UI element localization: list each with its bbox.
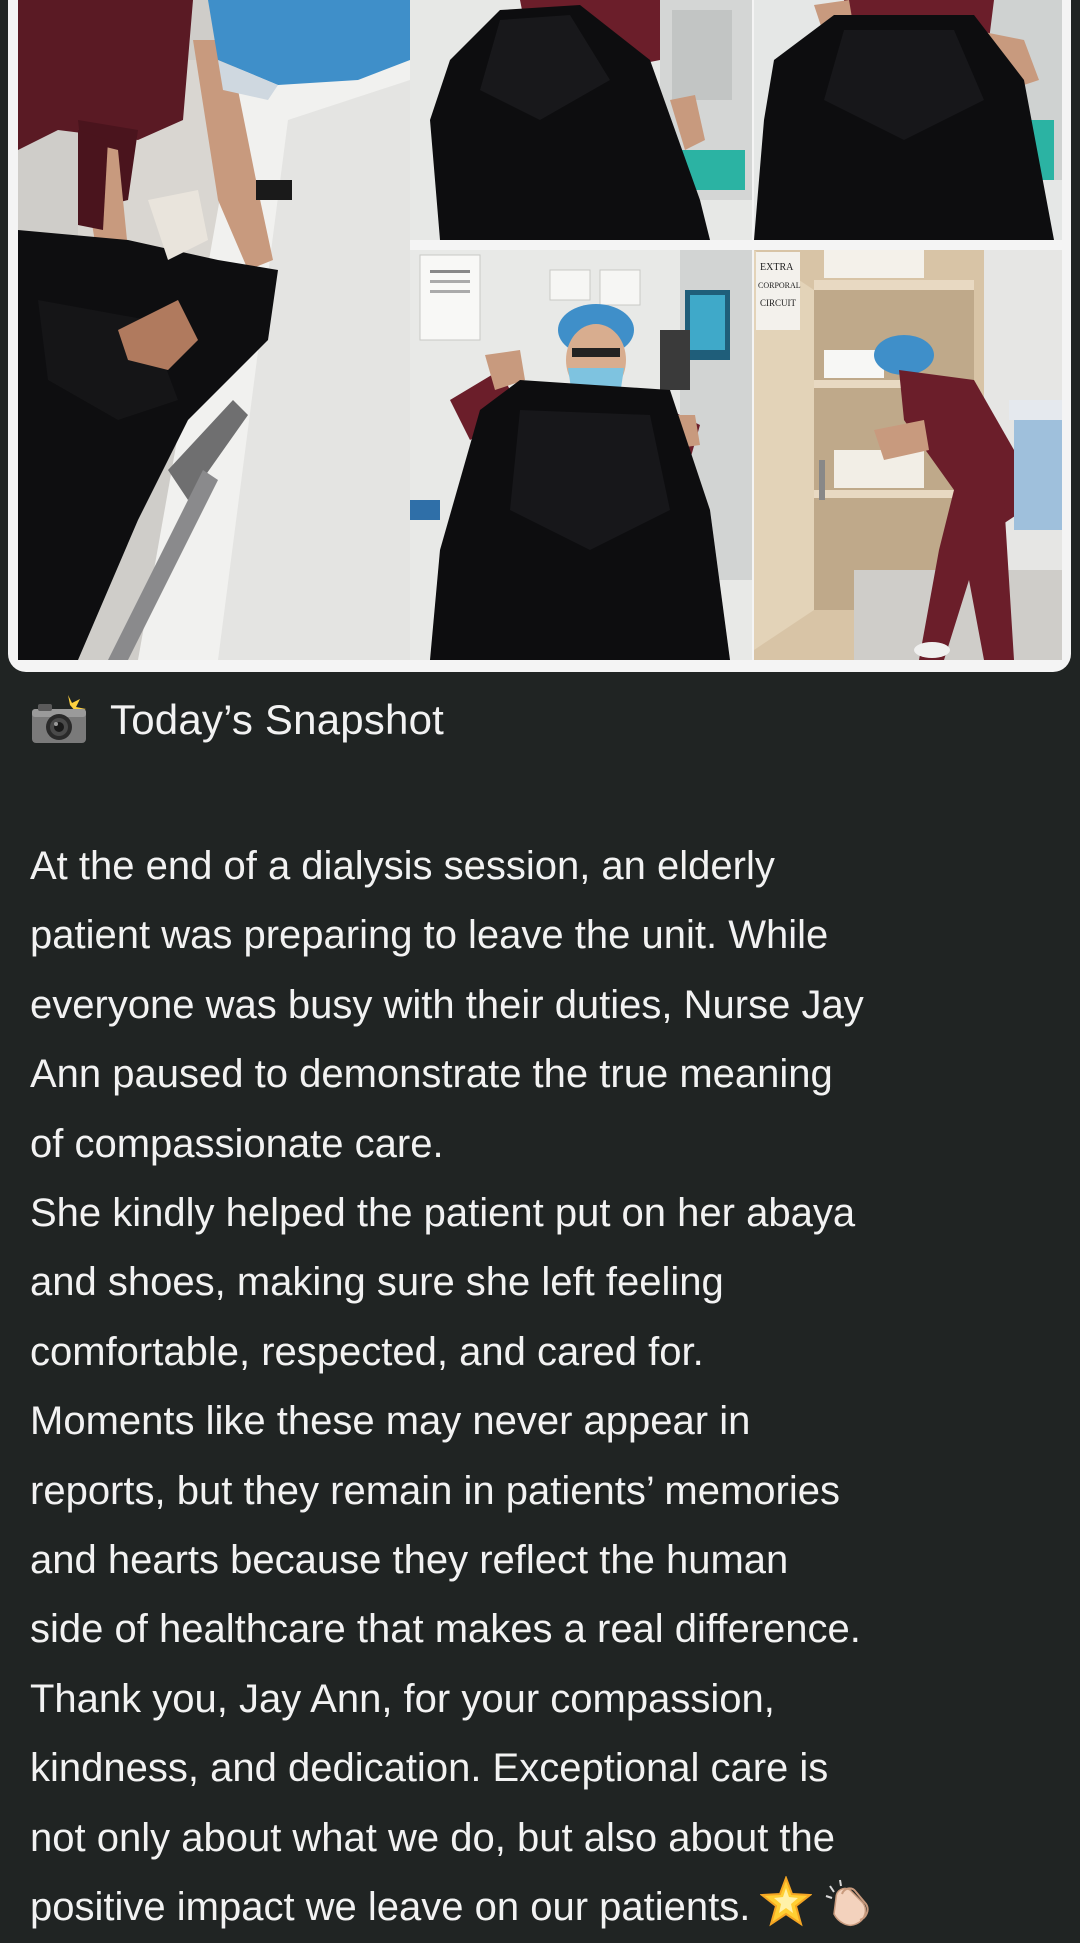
- collage-photo-nurse-at-supply-cabinet[interactable]: EXTRA CORPORAL CIRCUIT: [754, 250, 1062, 660]
- collage-photo-nurse-with-mask-holding-abaya[interactable]: [410, 250, 752, 660]
- sign-line-2: CORPORAL: [758, 281, 801, 290]
- body-line: kindness, and dedication. Exceptional ca…: [30, 1746, 829, 1791]
- body-line: Ann paused to demonstrate the true meani…: [30, 1052, 833, 1097]
- body-line-text: positive impact we leave on our patients…: [30, 1885, 751, 1930]
- body-line: reports, but they remain in patients’ me…: [30, 1468, 840, 1513]
- body-line: She kindly helped the patient put on her…: [30, 1191, 856, 1236]
- collage-photo-nurse-draping-abaya[interactable]: [754, 0, 1062, 240]
- post-body-text: At the end of a dialysis session, an eld…: [30, 832, 1070, 1943]
- clapping-hands-icon: [822, 1876, 874, 1928]
- body-line: and hearts because they reflect the huma…: [30, 1538, 789, 1583]
- body-line: Thank you, Jay Ann, for your compassion,: [30, 1676, 775, 1721]
- body-line: not only about what we do, but also abou…: [30, 1815, 836, 1860]
- photo-collage: EXTRA CORPORAL CIRCUIT: [8, 0, 1071, 672]
- body-line: everyone was busy with their duties, Nur…: [30, 982, 864, 1027]
- body-line: of compassionate care.: [30, 1121, 444, 1166]
- body-line: and shoes, making sure she left feeling: [30, 1260, 724, 1305]
- collage-photo-nurse-holding-abaya[interactable]: [410, 0, 752, 240]
- sign-line-1: EXTRA: [760, 262, 794, 273]
- glowing-star-icon: [760, 1876, 813, 1928]
- body-line: Moments like these may never appear in: [30, 1399, 751, 1444]
- body-line: patient was preparing to leave the unit.…: [30, 913, 829, 958]
- body-line: side of healthcare that makes a real dif…: [30, 1607, 861, 1652]
- body-line-last: positive impact we leave on our patients…: [30, 1873, 1070, 1942]
- snapshot-header: Today’s Snapshot: [30, 692, 444, 748]
- camera-with-flash-icon: [30, 695, 90, 745]
- snapshot-title: Today’s Snapshot: [110, 696, 444, 743]
- collage-photo-nurse-helping-with-shoes[interactable]: [18, 0, 410, 660]
- body-line: comfortable, respected, and cared for.: [30, 1329, 704, 1374]
- body-line: At the end of a dialysis session, an eld…: [30, 844, 775, 888]
- sign-line-3: CIRCUIT: [760, 298, 797, 308]
